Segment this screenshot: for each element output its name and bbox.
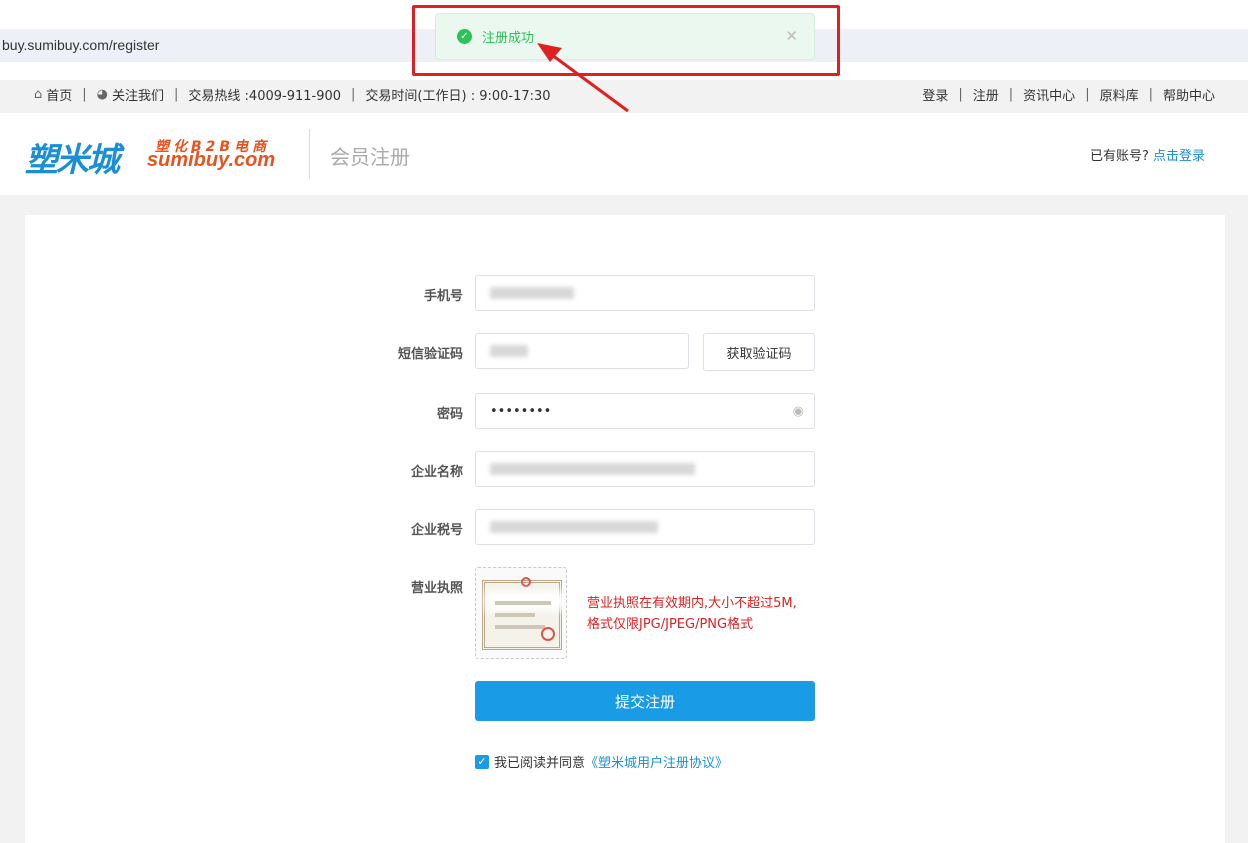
redacted-value <box>490 463 695 475</box>
site-header: 塑米城 塑化B2B电商 sumibuy.com 会员注册 已有账号? 点击登录 <box>0 113 1248 195</box>
divider: | <box>174 87 179 102</box>
agreement: ✓ 我已阅读并同意 《塑米城用户注册协议》 <box>475 752 728 771</box>
divider: | <box>1008 87 1014 102</box>
license-hint-line: 格式仅限JPG/JPEG/PNG格式 <box>587 617 754 632</box>
license-hint-line: 营业执照在有效期内,大小不超过5M, <box>587 596 797 611</box>
eye-icon[interactable]: ◉ <box>793 404 804 419</box>
text-line <box>495 601 551 605</box>
phone-label: 手机号 <box>423 289 463 304</box>
license-upload[interactable] <box>475 567 567 659</box>
license-label: 营业执照 <box>410 581 463 596</box>
site-logo[interactable]: 塑米城 塑化B2B电商 sumibuy.com <box>25 133 295 179</box>
nav-login[interactable]: 登录 <box>922 85 948 104</box>
nav-help[interactable]: 帮助中心 <box>1163 85 1215 104</box>
logo-cn: 塑米城 <box>25 140 120 179</box>
submit-register-button[interactable]: 提交注册 <box>475 681 815 721</box>
divider: | <box>958 87 963 102</box>
header-divider <box>309 129 310 179</box>
tax-id-input[interactable] <box>475 509 815 545</box>
nav-materials[interactable]: 原料库 <box>1100 85 1139 104</box>
divider: | <box>1085 87 1090 102</box>
login-link[interactable]: 点击登录 <box>1153 149 1205 164</box>
sms-code-input[interactable] <box>475 333 689 369</box>
agreement-link[interactable]: 《塑米城用户注册协议》 <box>585 752 728 771</box>
redacted-value <box>490 287 574 299</box>
top-nav: ⌂ 首页 | ◕ 关注我们 | 交易热线 :4009-911-900 | 交易时… <box>0 80 1248 113</box>
sms-label: 短信验证码 <box>397 347 463 362</box>
password-label: 密码 <box>436 407 463 422</box>
license-hint: 营业执照在有效期内,大小不超过5M, 格式仅限JPG/JPEG/PNG格式 <box>587 593 797 635</box>
divider: | <box>351 87 356 102</box>
trading-hours-text: 交易时间(工作日) : 9:00-17:30 <box>365 89 551 104</box>
nav-register[interactable]: 注册 <box>973 85 999 104</box>
password-input[interactable]: •••••••• ◉ <box>475 393 815 429</box>
get-code-button[interactable]: 获取验证码 <box>703 333 815 371</box>
text-line <box>495 625 545 629</box>
have-account-text: 已有账号? <box>1089 149 1149 164</box>
page-title: 会员注册 <box>330 145 410 169</box>
password-value: •••••••• <box>490 403 552 419</box>
seal-icon <box>521 577 531 587</box>
text-line <box>495 613 535 617</box>
phone-input[interactable] <box>475 275 815 311</box>
register-panel: 手机号 短信验证码 获取验证码 密码 •••••••• ◉ 企业名称 企业税号 … <box>25 215 1225 843</box>
company-name-input[interactable] <box>475 451 815 487</box>
agree-text: 我已阅读并同意 <box>494 756 586 771</box>
nav-home[interactable]: 首页 <box>46 85 72 104</box>
home-icon: ⌂ <box>34 87 43 102</box>
have-account: 已有账号? 点击登录 <box>1090 145 1205 164</box>
logo-en: sumibuy.com <box>147 149 276 171</box>
annotation-box <box>412 5 840 76</box>
company-label: 企业名称 <box>410 465 463 480</box>
divider: | <box>82 87 87 102</box>
license-thumbnail <box>482 577 565 650</box>
address-url[interactable]: buy.sumibuy.com/register <box>2 37 159 53</box>
top-nav-right: 登录 | 注册 | 资讯中心 | 原料库 | 帮助中心 <box>922 85 1215 104</box>
nav-news[interactable]: 资讯中心 <box>1023 85 1075 104</box>
redacted-value <box>490 345 528 357</box>
wechat-icon: ◕ <box>96 87 109 102</box>
redacted-value <box>490 521 658 533</box>
taxid-label: 企业税号 <box>410 523 463 538</box>
seal-icon <box>541 627 555 641</box>
divider: | <box>1148 87 1153 102</box>
nav-follow[interactable]: 关注我们 <box>112 85 164 104</box>
hotline-text: 交易热线 :4009-911-900 <box>188 89 342 104</box>
agree-checkbox[interactable]: ✓ <box>475 754 489 769</box>
top-nav-left: ⌂ 首页 | ◕ 关注我们 | 交易热线 :4009-911-900 | 交易时… <box>34 85 551 104</box>
